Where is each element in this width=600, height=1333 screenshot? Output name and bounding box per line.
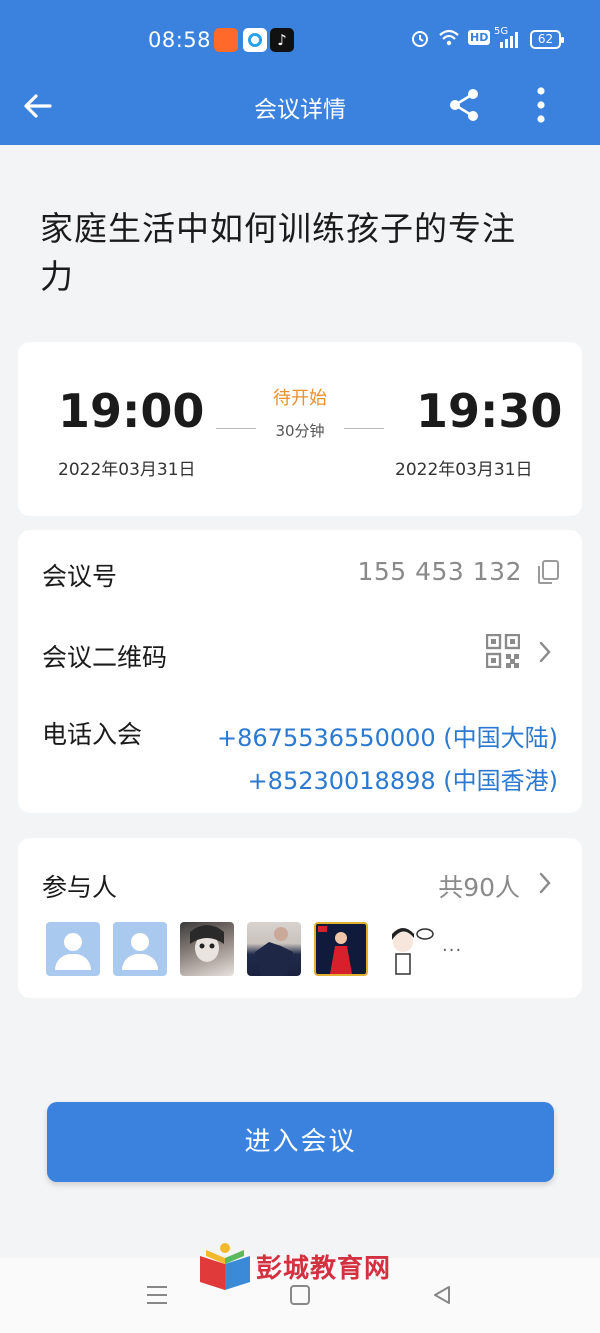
copy-icon[interactable]	[536, 559, 560, 585]
more-participants[interactable]: ···	[442, 940, 462, 961]
avatar[interactable]	[113, 922, 167, 976]
tiktok-icon: ♪	[270, 28, 294, 52]
chevron-right-icon[interactable]	[538, 872, 552, 894]
end-date: 2022年03月31日	[395, 460, 533, 480]
alarm-icon	[410, 28, 430, 52]
page-title: 会议详情	[254, 97, 346, 123]
app-notification-icon-2	[243, 28, 267, 52]
share-icon[interactable]	[447, 86, 481, 124]
app-bar: 会议详情	[0, 72, 600, 145]
signal-icon	[500, 32, 520, 52]
participants-card[interactable]: 参与人 共90人 ···	[18, 838, 582, 998]
avatar[interactable]	[314, 922, 368, 976]
meeting-id-value: 155 453 132	[357, 557, 522, 586]
app-notification-icon	[214, 28, 238, 52]
avatar[interactable]	[180, 922, 234, 976]
avatar[interactable]	[247, 922, 301, 976]
participants-label: 参与人	[42, 873, 118, 902]
join-meeting-button[interactable]: 进入会议	[47, 1102, 554, 1182]
back-nav-icon[interactable]	[431, 1284, 453, 1306]
meeting-id-label: 会议号	[42, 562, 118, 591]
meeting-title: 家庭生活中如何训练孩子的专注力	[40, 209, 516, 296]
book-logo-icon	[200, 1243, 250, 1290]
meeting-time-card: 19:00 2022年03月31日 待开始 30分钟 19:30 2022年03…	[18, 342, 582, 516]
divider-line	[344, 428, 384, 429]
chevron-right-icon[interactable]	[538, 641, 552, 663]
participants-count: 共90人	[438, 873, 520, 902]
phone-number-cn[interactable]: +8675536550000 (中国大陆)	[217, 718, 558, 753]
status-bar: 08:58 ♪ HD 5G 62	[0, 0, 600, 72]
more-options-icon[interactable]	[530, 86, 552, 124]
qr-code-icon[interactable]	[486, 634, 520, 668]
phone-join-label: 电话入会	[42, 720, 143, 749]
qr-code-label[interactable]: 会议二维码	[42, 638, 167, 674]
avatar[interactable]	[46, 922, 100, 976]
end-time: 19:30	[416, 384, 563, 438]
home-nav-icon[interactable]	[289, 1284, 311, 1306]
meeting-info-card: 会议号 155 453 132 会议二维码 电话入会 +867553655000…	[18, 530, 582, 813]
watermark-text: 彭城教育网	[256, 1254, 392, 1284]
avatar[interactable]	[381, 922, 435, 976]
start-date: 2022年03月31日	[58, 460, 196, 480]
hd-badge: HD	[468, 30, 491, 45]
wifi-icon	[438, 28, 460, 52]
status-time: 08:58	[148, 28, 212, 52]
phone-number-hk[interactable]: +85230018898 (中国香港)	[248, 761, 558, 796]
menu-nav-icon[interactable]	[145, 1284, 169, 1306]
battery-indicator: 62	[530, 30, 564, 49]
